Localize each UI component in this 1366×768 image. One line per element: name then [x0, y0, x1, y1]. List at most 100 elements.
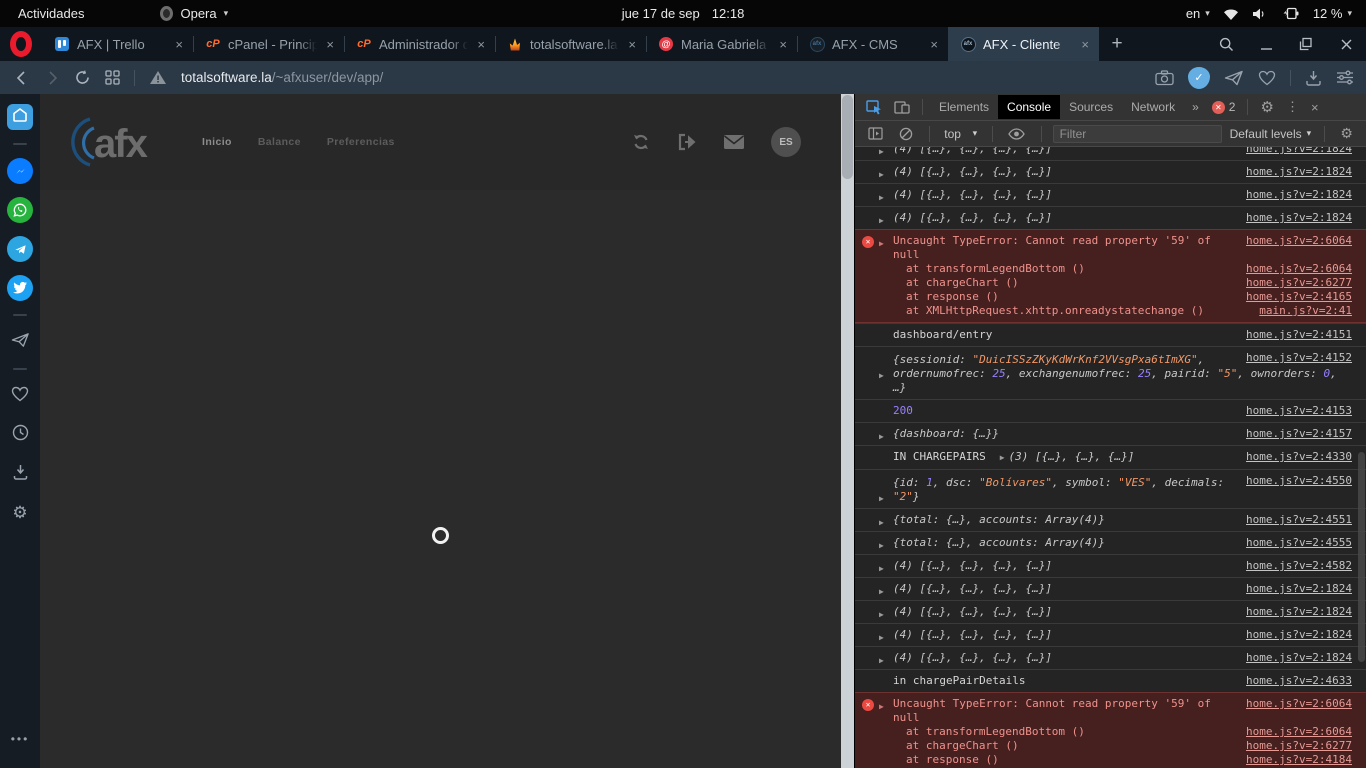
window-close-button[interactable]	[1326, 27, 1366, 61]
expand-caret-icon[interactable]: ▶	[1000, 453, 1005, 462]
source-link[interactable]: home.js?v=2:1824	[1246, 211, 1352, 225]
browser-tab[interactable]: totalsoftware.la×	[495, 27, 646, 61]
console-row[interactable]: home.js?v=2:1824▶(4) [{…}, {…}, {…}, {…}…	[855, 160, 1366, 183]
source-link[interactable]: home.js?v=2:4152	[1246, 351, 1352, 365]
clear-console-icon[interactable]	[894, 127, 918, 141]
source-link[interactable]: home.js?v=2:6064	[1246, 697, 1352, 711]
tab-close-icon[interactable]: ×	[777, 37, 789, 52]
source-link[interactable]: home.js?v=2:1824	[1246, 605, 1352, 619]
tab-close-icon[interactable]: ×	[928, 37, 940, 52]
tab-close-icon[interactable]: ×	[1079, 37, 1091, 52]
console-row[interactable]: home.js?v=2:1824▶(4) [{…}, {…}, {…}, {…}…	[855, 646, 1366, 669]
device-toolbar-icon[interactable]	[889, 100, 915, 115]
stack-source-link[interactable]: home.js?v=2:4165	[1246, 290, 1352, 304]
sidebar-item-whatsapp[interactable]	[7, 197, 33, 223]
console-row[interactable]: home.js?v=2:4152▶{sessionid: "DuicISSzZK…	[855, 346, 1366, 399]
expand-caret-icon[interactable]: ▶	[879, 700, 884, 714]
system-status-area[interactable]: en ▾ 12 % ▾	[1186, 6, 1366, 21]
tab-search-button[interactable]	[1206, 27, 1246, 61]
console-scrollbar-thumb[interactable]	[1358, 452, 1365, 662]
expand-caret-icon[interactable]: ▶	[879, 430, 884, 444]
console-row[interactable]: home.js?v=2:1824▶(4) [{…}, {…}, {…}, {…}…	[855, 206, 1366, 229]
reload-button[interactable]	[74, 69, 91, 86]
console-log-area[interactable]: home.js?v=2:1824▶(4) [{…}, {…}, {…}, {…}…	[855, 147, 1366, 768]
devtools-settings-gear-icon[interactable]: ⚙	[1255, 98, 1278, 116]
sidebar-item-telegram[interactable]	[7, 236, 33, 262]
stack-source-link[interactable]: main.js?v=2:41	[1259, 304, 1352, 318]
source-link[interactable]: home.js?v=2:4551	[1246, 513, 1352, 527]
snapshot-camera-icon[interactable]	[1155, 70, 1174, 86]
console-row[interactable]: home.js?v=2:1824▶(4) [{…}, {…}, {…}, {…}…	[855, 600, 1366, 623]
tab-close-icon[interactable]: ×	[324, 37, 336, 52]
browser-tab[interactable]: cPAdministrador de×	[344, 27, 495, 61]
language-indicator[interactable]: en ▾	[1186, 6, 1210, 21]
source-link[interactable]: home.js?v=2:1824	[1246, 628, 1352, 642]
source-link[interactable]: home.js?v=2:4151	[1246, 328, 1352, 342]
mail-icon[interactable]	[723, 134, 745, 150]
console-row[interactable]: home.js?v=2:4330IN CHARGEPAIRS▶(3) [{…},…	[855, 445, 1366, 469]
window-maximize-button[interactable]	[1286, 27, 1326, 61]
app-menu[interactable]: Opera ▾	[160, 6, 228, 21]
console-error-row[interactable]: ✕home.js?v=2:6064▶Uncaught TypeError: Ca…	[855, 229, 1366, 323]
tab-close-icon[interactable]: ×	[475, 37, 487, 52]
page-scrollbar[interactable]	[841, 94, 854, 768]
source-link[interactable]: home.js?v=2:4153	[1246, 404, 1352, 418]
sidebar-item-twitter[interactable]	[7, 275, 33, 301]
live-expression-eye-icon[interactable]	[1003, 128, 1030, 140]
url-field[interactable]: totalsoftware.la/~afxuser/dev/app/	[181, 70, 1141, 85]
new-tab-button[interactable]: +	[1099, 27, 1135, 61]
more-tabs-button[interactable]: »	[1186, 100, 1205, 114]
source-link[interactable]: home.js?v=2:4157	[1246, 427, 1352, 441]
easy-setup-tune-icon[interactable]	[1336, 70, 1354, 85]
devtools-menu-icon[interactable]: ⋮	[1281, 99, 1304, 115]
site-security-warning-icon[interactable]	[149, 70, 167, 85]
refresh-icon[interactable]	[631, 133, 651, 151]
logout-icon[interactable]	[677, 133, 697, 151]
browser-tab[interactable]: afxAFX - CMS×	[797, 27, 948, 61]
console-sidebar-toggle-icon[interactable]	[863, 127, 888, 140]
bookmark-heart-icon[interactable]	[1258, 70, 1276, 86]
clock[interactable]: jue 17 de sep 12:18	[622, 6, 745, 21]
expand-caret-icon[interactable]: ▶	[879, 369, 884, 383]
expand-caret-icon[interactable]: ▶	[879, 492, 884, 506]
console-row[interactable]: home.js?v=2:1824▶(4) [{…}, {…}, {…}, {…}…	[855, 183, 1366, 206]
console-error-badge[interactable]: ✕ 2	[1207, 100, 1241, 114]
sidebar-more-button[interactable]: •••	[11, 732, 30, 746]
source-link[interactable]: home.js?v=2:1824	[1246, 651, 1352, 665]
console-row[interactable]: home.js?v=2:4151dashboard/entry	[855, 323, 1366, 346]
devtools-tab-sources[interactable]: Sources	[1060, 95, 1122, 119]
nav-item-preferencias[interactable]: Preferencias	[327, 136, 395, 148]
expand-caret-icon[interactable]: ▶	[879, 631, 884, 645]
download-icon[interactable]	[1305, 70, 1322, 86]
stack-source-link[interactable]: home.js?v=2:6064	[1246, 725, 1352, 739]
page-scrollbar-thumb[interactable]	[842, 95, 853, 179]
console-error-row[interactable]: ✕home.js?v=2:6064▶Uncaught TypeError: Ca…	[855, 692, 1366, 768]
stack-source-link[interactable]: home.js?v=2:6064	[1246, 262, 1352, 276]
sidebar-item-speed-dial[interactable]	[7, 104, 33, 130]
stack-source-link[interactable]: home.js?v=2:6277	[1246, 276, 1352, 290]
expand-caret-icon[interactable]: ▶	[879, 608, 884, 622]
expand-caret-icon[interactable]: ▶	[879, 168, 884, 182]
execution-context-select[interactable]: top ▾	[940, 125, 981, 143]
expand-caret-icon[interactable]: ▶	[879, 516, 884, 530]
window-minimize-button[interactable]	[1246, 27, 1286, 61]
adblock-shield-icon[interactable]: ✓	[1188, 67, 1210, 89]
expand-caret-icon[interactable]: ▶	[879, 562, 884, 576]
log-levels-select[interactable]: Default levels ▾	[1228, 127, 1314, 141]
console-row[interactable]: home.js?v=2:4550▶{id: 1, dsc: "Bolívares…	[855, 469, 1366, 508]
opera-menu-button[interactable]	[0, 27, 42, 61]
browser-tab[interactable]: afxAFX - Cliente×	[948, 27, 1099, 61]
expand-caret-icon[interactable]: ▶	[879, 539, 884, 553]
console-settings-gear-icon[interactable]: ⚙	[1335, 125, 1358, 142]
source-link[interactable]: home.js?v=2:1824	[1246, 165, 1352, 179]
console-row[interactable]: home.js?v=2:4555▶{total: {…}, accounts: …	[855, 531, 1366, 554]
source-link[interactable]: home.js?v=2:4555	[1246, 536, 1352, 550]
expand-caret-icon[interactable]: ▶	[879, 654, 884, 668]
tab-close-icon[interactable]: ×	[626, 37, 638, 52]
source-link[interactable]: home.js?v=2:1824	[1246, 147, 1352, 156]
console-row[interactable]: home.js?v=2:1824▶(4) [{…}, {…}, {…}, {…}…	[855, 577, 1366, 600]
console-filter-input[interactable]	[1053, 125, 1222, 143]
afx-logo[interactable]: afx	[66, 113, 158, 171]
expand-caret-icon[interactable]: ▶	[879, 237, 884, 251]
speed-dial-grid-icon[interactable]	[105, 70, 120, 85]
